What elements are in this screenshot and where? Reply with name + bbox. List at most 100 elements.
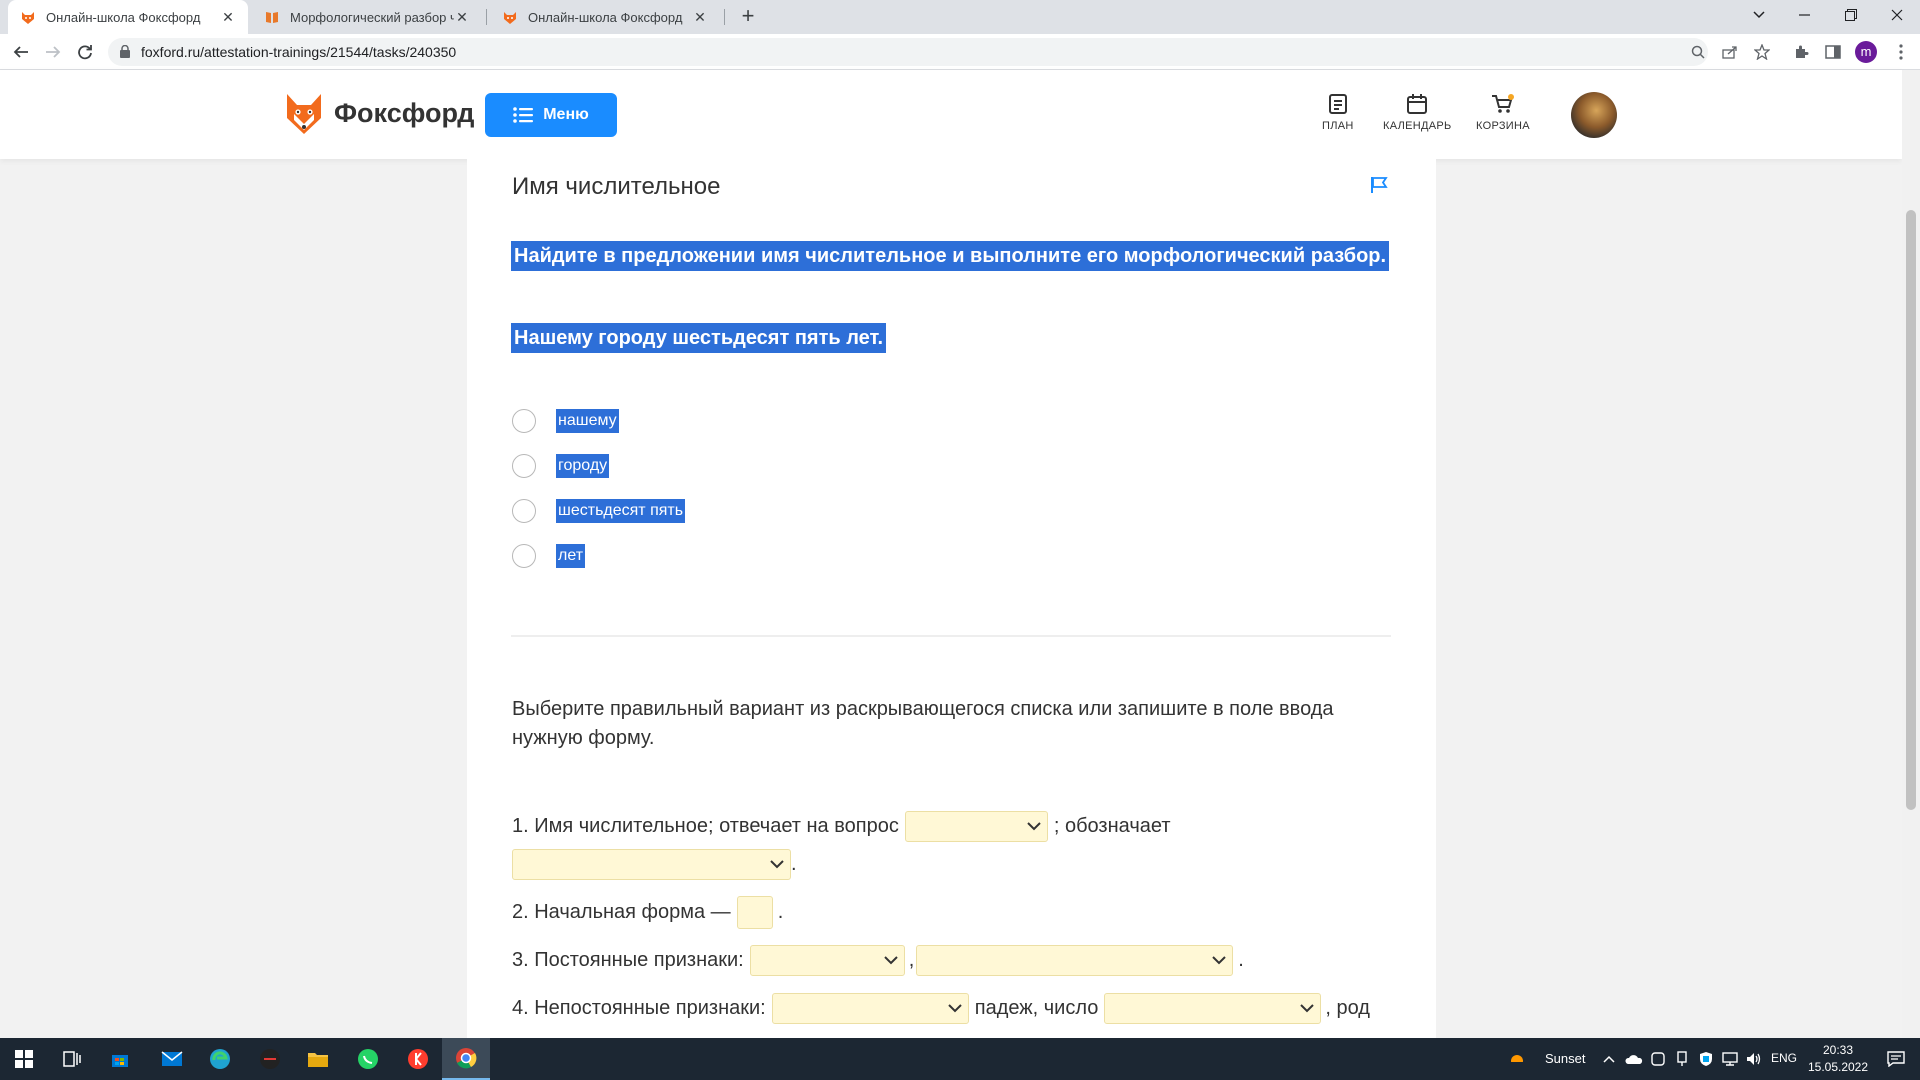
analysis-line-4: 4. Непостоянные признаки: падеж, число ,…	[512, 993, 1370, 1024]
clock-date: 15.05.2022	[1807, 1060, 1869, 1074]
tab-separator	[724, 9, 725, 25]
notifications-icon[interactable]	[1872, 1038, 1920, 1080]
network-icon[interactable]	[1718, 1038, 1742, 1080]
line-text: , род	[1325, 997, 1370, 1019]
back-icon[interactable]	[9, 40, 33, 64]
nav-cart[interactable]: КОРЗИНА	[1476, 94, 1530, 132]
line-text: 2. Начальная форма —	[512, 901, 731, 923]
yandex-icon[interactable]	[394, 1038, 442, 1080]
extensions-icon[interactable]	[1791, 42, 1811, 62]
chevron-down-icon	[770, 860, 784, 869]
meaning-dropdown[interactable]	[512, 849, 791, 880]
browser-tab-3[interactable]: Онлайн-школа Фоксфорд ✕	[490, 0, 720, 34]
close-window-icon[interactable]	[1874, 0, 1920, 30]
menu-button[interactable]: Меню	[485, 93, 617, 137]
constant-feature-dropdown-2[interactable]	[916, 945, 1234, 976]
line-text: .	[777, 901, 784, 923]
logo-text: Фоксфорд	[334, 97, 475, 128]
answer-option[interactable]: шестьдесят пять	[512, 499, 686, 523]
share-icon[interactable]	[1720, 42, 1740, 62]
forward-icon[interactable]	[41, 40, 65, 64]
report-flag-icon[interactable]	[1370, 176, 1388, 194]
close-tab-icon[interactable]: ✕	[220, 9, 236, 25]
game-app-icon[interactable]	[246, 1038, 294, 1080]
tab-separator	[486, 9, 487, 25]
radio-button[interactable]	[512, 409, 536, 433]
tab-title: Онлайн-школа Фоксфорд	[528, 9, 683, 25]
radio-button[interactable]	[512, 499, 536, 523]
lock-icon	[120, 45, 130, 58]
chevron-down-icon	[1027, 822, 1041, 831]
address-bar[interactable]: foxford.ru/attestation-trainings/21544/t…	[108, 38, 1708, 66]
defender-icon[interactable]	[1694, 1038, 1718, 1080]
question-dropdown[interactable]	[904, 811, 1048, 842]
cart-icon	[1491, 94, 1514, 113]
chevron-down-icon	[884, 956, 898, 965]
usb-icon[interactable]	[1670, 1038, 1694, 1080]
browser-tab-2[interactable]: Морфологический разбор числ ✕	[252, 0, 482, 34]
user-avatar[interactable]	[1571, 92, 1617, 138]
nav-cart-label: КОРЗИНА	[1476, 120, 1530, 132]
menu-button-label: Меню	[543, 106, 589, 123]
edge-icon[interactable]	[196, 1038, 244, 1080]
chrome-icon[interactable]	[442, 1038, 490, 1080]
chevron-down-icon	[948, 1004, 962, 1013]
file-explorer-icon[interactable]	[294, 1038, 342, 1080]
book-favicon-icon	[266, 12, 278, 23]
store-icon[interactable]	[96, 1038, 144, 1080]
new-tab-button[interactable]: +	[736, 5, 760, 29]
minimize-window-icon[interactable]	[1782, 0, 1828, 30]
language-indicator[interactable]: ENG	[1771, 1051, 1797, 1065]
section-divider	[511, 635, 1391, 637]
close-tab-icon[interactable]: ✕	[454, 9, 470, 25]
task-title: Имя числительное	[512, 173, 721, 200]
volume-icon[interactable]	[1742, 1038, 1766, 1080]
analysis-line-1-cont: .	[512, 849, 797, 880]
answer-option[interactable]: лет	[512, 544, 586, 568]
option-label: шестьдесят пять	[556, 499, 686, 523]
fill-in-prompt: Выберите правильный вариант из раскрываю…	[512, 698, 1334, 749]
windows-start-icon[interactable]	[0, 1038, 48, 1080]
line-text: 1. Имя числительное; отвечает на вопрос	[512, 815, 899, 837]
nav-plan[interactable]: ПЛАН	[1322, 94, 1354, 132]
variable-feature-dropdown-1[interactable]	[771, 993, 969, 1024]
chevron-up-icon[interactable]	[1597, 1038, 1621, 1080]
close-tab-icon[interactable]: ✕	[692, 9, 708, 25]
browser-tab-1[interactable]: Онлайн-школа Фоксфорд ✕	[8, 0, 248, 34]
tab-search-icon[interactable]	[1736, 0, 1782, 30]
fox-favicon-icon	[504, 12, 516, 24]
nav-calendar[interactable]: КАЛЕНДАРЬ	[1383, 94, 1452, 132]
option-label: городу	[556, 454, 610, 478]
whatsapp-icon[interactable]	[344, 1038, 392, 1080]
answer-option[interactable]: нашему	[512, 409, 619, 433]
kebab-menu-icon[interactable]	[1891, 42, 1911, 62]
restore-window-icon[interactable]	[1828, 0, 1874, 30]
browser-toolbar: foxford.ru/attestation-trainings/21544/t…	[0, 34, 1920, 70]
site-logo[interactable]: Фоксфорд	[284, 90, 474, 136]
radio-button[interactable]	[512, 544, 536, 568]
task-sentence: Нашему городу шестьдесят пять лет.	[511, 323, 887, 353]
zoom-icon[interactable]	[1688, 42, 1708, 62]
side-panel-icon[interactable]	[1823, 42, 1843, 62]
fox-logo-icon	[287, 94, 321, 134]
reload-icon[interactable]	[73, 40, 97, 64]
profile-avatar[interactable]: m	[1855, 41, 1877, 63]
weather-icon[interactable]	[1508, 1038, 1530, 1080]
task-view-icon[interactable]	[48, 1038, 96, 1080]
onedrive-icon[interactable]	[1622, 1038, 1646, 1080]
bookmark-star-icon[interactable]	[1752, 42, 1772, 62]
tab-title: Морфологический разбор числ	[290, 9, 454, 25]
clock-time: 20:33	[1822, 1043, 1854, 1057]
page-scrollbar[interactable]	[1902, 70, 1920, 1038]
constant-feature-dropdown-1[interactable]	[749, 945, 905, 976]
number-dropdown[interactable]	[1104, 993, 1322, 1024]
plan-icon	[1328, 94, 1347, 114]
scrollbar-thumb[interactable]	[1906, 210, 1916, 810]
weather-label[interactable]: Sunset	[1545, 1051, 1585, 1066]
system-clock[interactable]: 20:33 15.05.2022	[1806, 1042, 1870, 1076]
answer-option[interactable]: городу	[512, 454, 610, 478]
initial-form-input[interactable]	[736, 896, 773, 929]
mail-icon[interactable]	[148, 1038, 196, 1080]
radio-button[interactable]	[512, 454, 536, 478]
device-icon[interactable]	[1646, 1038, 1670, 1080]
